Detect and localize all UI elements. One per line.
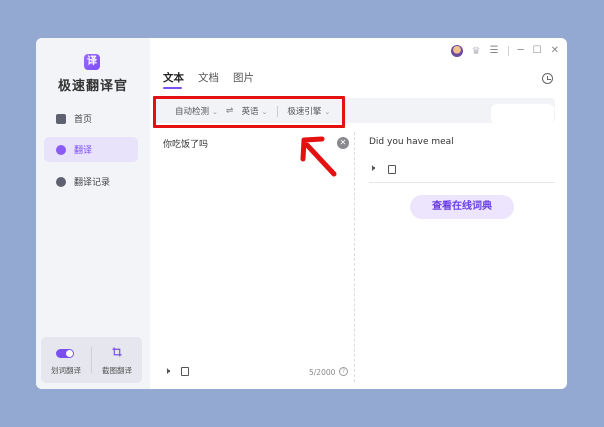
app-title: 极速翻译官 bbox=[57, 79, 128, 94]
screenshot-translate-tool[interactable]: 截图翻译 bbox=[92, 337, 142, 383]
sidebar-item-translate[interactable]: 翻译 bbox=[44, 137, 138, 162]
sidebar-item-home[interactable]: 首页 bbox=[44, 106, 138, 131]
char-count: 5/2000 bbox=[309, 368, 336, 377]
sidebar-item-label: 翻译记录 bbox=[74, 178, 111, 188]
titlebar-controls: ♛ ☰ ─ ☐ ✕ bbox=[450, 45, 559, 57]
help-icon[interactable]: ? bbox=[339, 367, 348, 376]
word-translate-toggle[interactable] bbox=[56, 349, 74, 358]
result-divider bbox=[369, 182, 555, 183]
clock-icon[interactable] bbox=[542, 73, 553, 84]
clear-icon[interactable]: ✕ bbox=[337, 137, 349, 149]
translation-output: Did you have meal bbox=[369, 137, 454, 147]
highlight-box bbox=[153, 96, 345, 128]
online-dictionary-button[interactable]: 查看在线词典 bbox=[410, 195, 514, 219]
crop-icon bbox=[112, 347, 122, 357]
screenshot-translate-label: 截图翻译 bbox=[102, 366, 132, 375]
source-input[interactable]: 你吃饭了吗 bbox=[163, 137, 208, 150]
mode-tabs: 文本 文档 图片 bbox=[163, 70, 254, 89]
tab-image[interactable]: 图片 bbox=[233, 70, 254, 89]
sidebar-item-label: 首页 bbox=[74, 115, 93, 125]
language-bar-blank bbox=[491, 104, 554, 124]
close-icon[interactable]: ✕ bbox=[551, 45, 559, 57]
menu-icon[interactable]: ☰ bbox=[490, 45, 499, 57]
sidebar: 译 极速翻译官 首页 翻译 翻译记录 划词翻译 截图翻译 bbox=[36, 38, 150, 389]
translate-icon bbox=[56, 144, 66, 155]
panel-divider bbox=[354, 132, 355, 382]
history-icon bbox=[56, 176, 66, 187]
copy-icon[interactable] bbox=[388, 165, 396, 174]
tab-document[interactable]: 文档 bbox=[198, 70, 219, 89]
annotation-arrow-icon bbox=[300, 136, 337, 177]
tab-text[interactable]: 文本 bbox=[163, 70, 184, 89]
titlebar-divider bbox=[507, 46, 509, 56]
minimize-icon[interactable]: ─ bbox=[518, 45, 524, 57]
speaker-icon[interactable]: 🕨 bbox=[164, 366, 170, 377]
avatar[interactable] bbox=[450, 45, 463, 57]
copy-icon[interactable] bbox=[181, 367, 189, 376]
maximize-icon[interactable]: ☐ bbox=[533, 45, 542, 57]
word-translate-label: 划词翻译 bbox=[51, 366, 81, 375]
sidebar-item-label: 翻译 bbox=[74, 146, 93, 156]
tool-panel: 划词翻译 截图翻译 bbox=[41, 337, 142, 383]
app-window: 译 极速翻译官 首页 翻译 翻译记录 划词翻译 截图翻译 ♛ ☰ ─ ☐ ✕ 文… bbox=[36, 38, 567, 389]
vip-crown-icon[interactable]: ♛ bbox=[472, 46, 481, 57]
app-logo-icon: 译 bbox=[84, 54, 100, 70]
sidebar-item-history[interactable]: 翻译记录 bbox=[44, 169, 138, 194]
word-translate-tool[interactable]: 划词翻译 bbox=[41, 337, 91, 383]
speaker-icon[interactable]: 🕨 bbox=[369, 163, 375, 174]
home-icon bbox=[56, 113, 66, 124]
